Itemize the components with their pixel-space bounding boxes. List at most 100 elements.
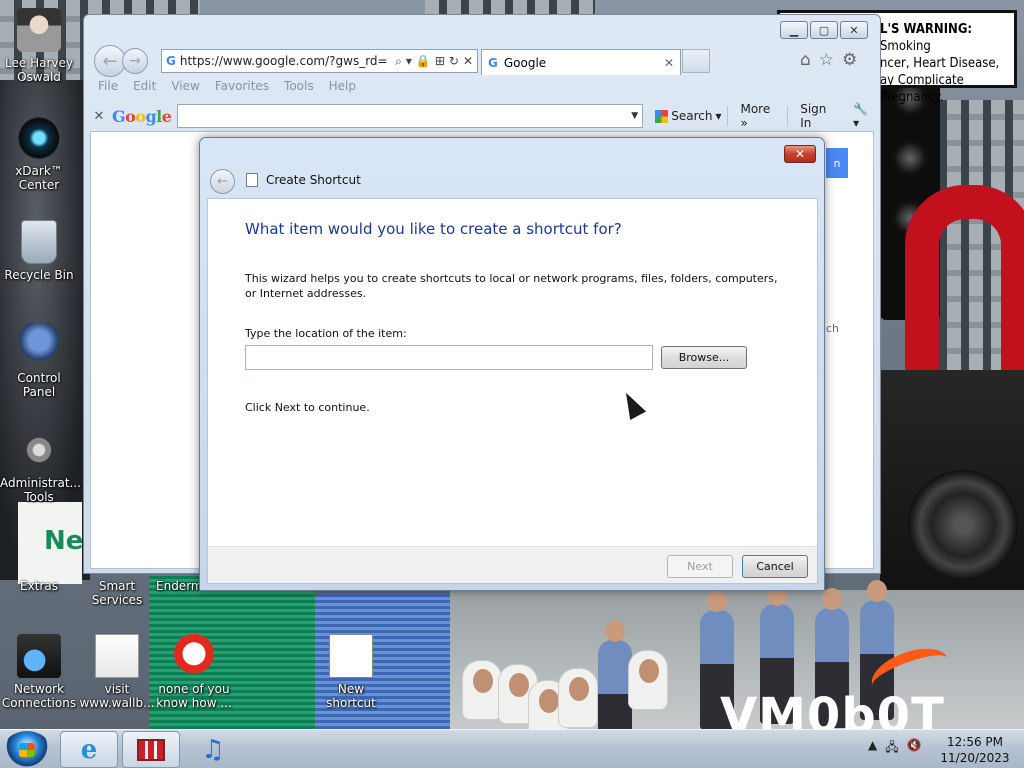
desktop-icon-admin-tools[interactable]: Administrat... Tools [0,428,81,504]
desktop-icon-label: Control Panel [17,371,61,399]
create-shortcut-dialog: ✕ ← Create Shortcut What item would you … [199,137,825,591]
browser-tab-google[interactable]: G Google ✕ [481,49,681,75]
desktop-icon-label: none of you know how ... [156,682,232,710]
shortcut-icon [329,634,373,678]
window-caption-buttons: ▁ ▢ ✕ [780,21,868,39]
chevron-down-icon[interactable]: ▼ [631,111,638,121]
search-icon[interactable]: ⌕ [395,54,402,69]
close-icon: ✕ [794,147,806,161]
dropdown-icon[interactable]: ▾ [406,54,412,68]
favorites-star-icon[interactable]: ☆ [819,50,834,70]
dialog-title: Create Shortcut [266,173,361,187]
minimize-button[interactable]: ▁ [780,21,808,39]
clock-date: 11/20/2023 [940,751,1010,765]
clock-time: 12:56 PM [947,735,1003,749]
google-search-input[interactable]: ▼ [177,104,644,128]
desktop-icon-control-panel[interactable]: Control Panel [0,323,78,399]
close-tab-icon[interactable]: ✕ [664,56,674,70]
home-icon[interactable]: ⌂ [800,50,811,70]
wallpaper-toilet [628,650,668,710]
continue-instruction: Click Next to continue. [245,401,370,414]
refresh-icon[interactable]: ↻ [449,54,459,68]
red-file-icon [172,634,216,678]
menu-tools[interactable]: Tools [284,79,314,93]
desktop-icon-label: xDark™ Center [15,164,63,192]
maximize-icon: ▢ [818,23,830,37]
desktop-icon-label: Network Connections [1,682,77,710]
new-tab-button[interactable] [682,49,710,73]
music-note-icon: ♫ [201,734,225,765]
google-page-link[interactable]: ch [826,322,839,335]
wallpaper-red-shape [905,185,1024,385]
cancel-button[interactable]: Cancel [742,555,808,578]
desktop-icon-xdark-center[interactable]: xDark™ Center [0,116,78,192]
compatibility-icon[interactable]: ⊞ [435,54,445,68]
browse-button[interactable]: Browse... [661,346,747,369]
sign-in-button[interactable]: Sign In [800,102,841,130]
gear-icon[interactable]: ⚙ [842,50,857,70]
more-button[interactable]: More » [740,102,781,130]
dialog-close-button[interactable]: ✕ [784,145,816,163]
wizard-back-button[interactable]: ← [210,169,235,194]
desktop-icon-recycle-bin[interactable]: Recycle Bin [0,220,78,282]
location-input[interactable] [245,345,653,370]
xdark-center-icon [17,116,61,160]
start-button[interactable] [3,731,51,768]
wallpaper-sign-text: Ne [44,526,84,556]
wallpaper-building [425,0,595,14]
desktop-icon-label: Smart Services [91,579,143,607]
desktop-icon-label: Extras [20,579,58,593]
network-status-icon[interactable]: 🖧 [885,738,898,759]
menu-favorites[interactable]: Favorites [215,79,269,93]
close-window-button[interactable]: ✕ [840,21,868,39]
desktop-icon-smart-services[interactable]: Smart Services [78,579,156,607]
google-logo: Google [111,106,172,126]
wrench-icon[interactable]: 🔧▾ [853,102,874,130]
wallpaper-big-speaker [880,370,1024,600]
menu-file[interactable]: File [98,79,118,93]
desktop-icon-new-shortcut[interactable]: New shortcut [312,634,390,710]
desktop-icon-extras[interactable]: Extras [0,579,78,593]
minimize-icon: ▁ [789,23,799,37]
show-hidden-icons-icon[interactable]: ▲ [868,738,877,759]
menu-edit[interactable]: Edit [133,79,156,93]
volume-muted-icon[interactable]: 🔇 [907,738,922,759]
navigation-buttons: ← → [94,45,148,77]
taskbar-clock[interactable]: 12:56 PM 11/20/2023 [940,734,1010,766]
lock-icon[interactable]: 🔒 [416,54,431,68]
admin-tools-icon [17,428,61,472]
desktop-icon-visit-link[interactable]: visit www.wallb... [78,634,156,710]
desktop-icon-label: New shortcut [326,682,376,710]
menu-help[interactable]: Help [329,79,356,93]
toolbar-separator [727,106,729,126]
recycle-bin-icon [21,220,57,264]
google-toolbar: ✕ Google ▼ Search ▾ More » Sign In 🔧▾ [92,101,874,131]
search-label: Search [671,109,713,123]
windows-logo-icon [19,743,35,757]
warning-line1-rest: Smoking [880,39,931,54]
desktop-icon-none-of-you[interactable]: none of you know how ... [155,634,233,710]
menu-view[interactable]: View [171,79,199,93]
maximize-button[interactable]: ▢ [810,21,838,39]
warning-line1-bold: L'S WARNING: [880,22,973,37]
google-search-button[interactable]: Search ▾ [655,109,721,123]
close-toolbar-icon[interactable]: ✕ [92,109,106,124]
menu-bar: File Edit View Favorites Tools Help [98,79,356,93]
wallpaper-toilet [558,668,598,728]
taskbar-internet-explorer[interactable]: e [60,731,118,768]
taskbar: e ♫ ▲ 🖧 🔇 12:56 PM 11/20/2023 [0,729,1024,768]
forward-button[interactable]: → [122,48,148,74]
desktop-icon-oswald[interactable]: Lee Harvey Oswald [0,8,78,84]
toolbar-separator [787,106,789,126]
warning-line2: ncer, Heart Disease, [880,56,1000,71]
google-page-button[interactable]: n [826,148,848,178]
address-bar[interactable]: G https://www.google.com/?gws_rd= ⌕ ▾ 🔒 … [161,49,478,73]
stop-icon[interactable]: ✕ [463,54,473,68]
desktop-icon-network-connections[interactable]: Network Connections [0,634,78,710]
taskbar-media-player[interactable]: ♫ [184,731,242,768]
dialog-description: This wizard helps you to create shortcut… [245,272,778,300]
taskbar-store[interactable] [122,731,180,768]
arrow-left-icon: ← [102,50,118,72]
address-url: https://www.google.com/?gws_rd= [179,54,388,68]
next-button[interactable]: Next [667,555,733,578]
